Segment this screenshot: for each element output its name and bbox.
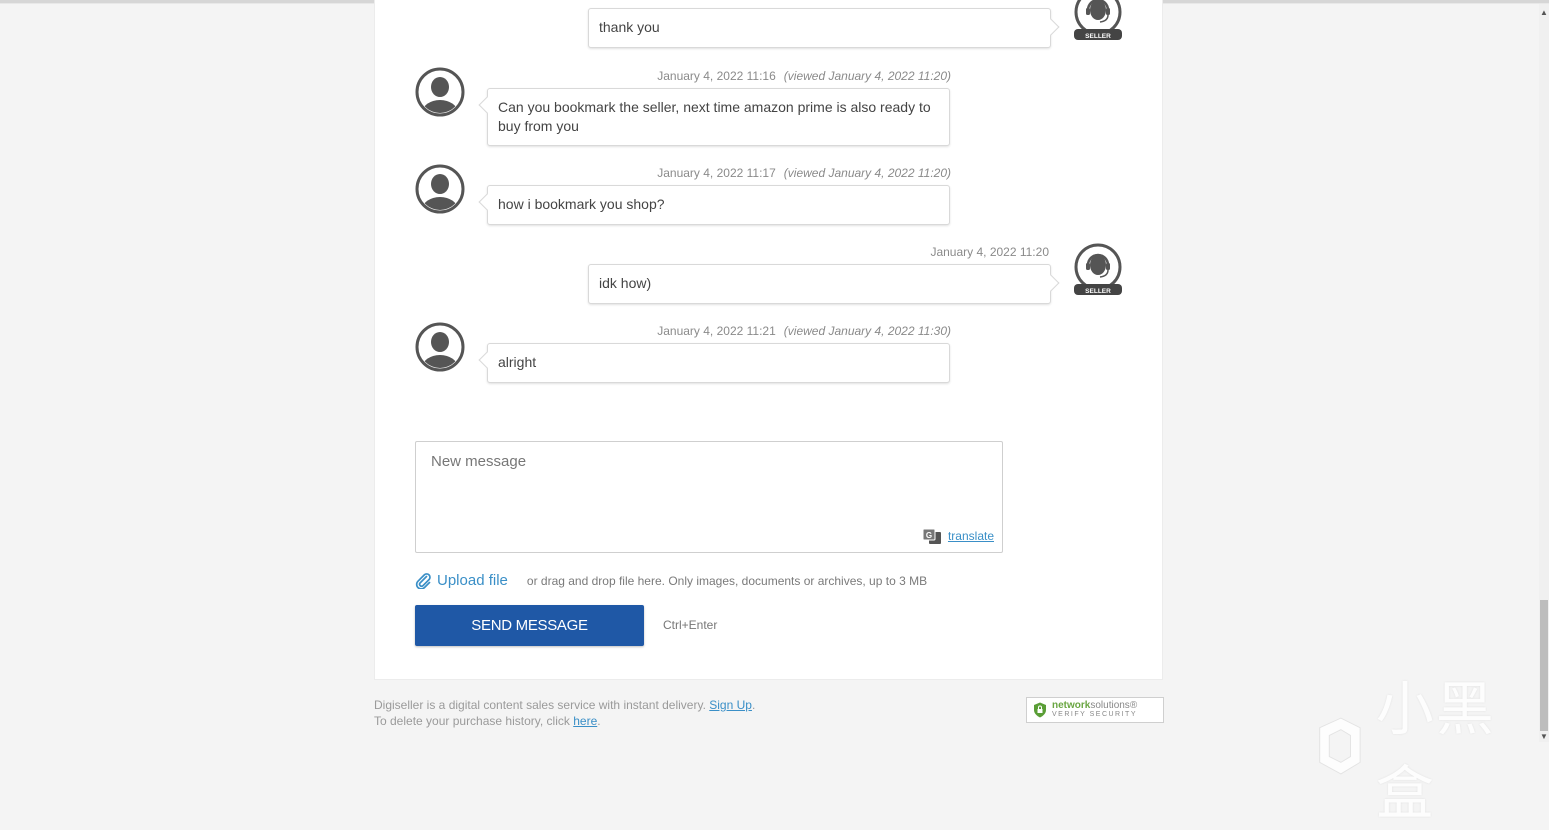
seller-avatar: SELLER [1072,243,1124,299]
seller-badge-label: SELLER [1085,288,1111,295]
message-meta: January 4, 2022 11:20 [930,245,1049,259]
message-viewed-status: (viewed January 4, 2022 11:20) [783,166,951,180]
message-text: alright [498,354,537,370]
send-message-button[interactable]: SEND MESSAGE [415,605,644,646]
buyer-avatar [415,164,465,214]
translate-link[interactable]: translate [948,529,994,543]
message-timestamp: January 4, 2022 11:16 [657,69,776,83]
seller-avatar: SELLER [1072,0,1124,44]
buyer-avatar [415,322,465,372]
google-translate-icon: G [922,528,941,544]
page-scrollbar[interactable]: ▲ ▼ [1539,4,1549,742]
footer-line-2: To delete your purchase history, click h… [374,713,755,729]
scrollbar-thumb[interactable] [1540,600,1548,731]
network-solutions-text: networksolutions® VERIFY SECURITY [1052,701,1137,719]
scroll-down-arrow-icon[interactable]: ▼ [1540,732,1548,741]
message-viewed-status: (viewed January 4, 2022 11:30) [783,324,951,338]
svg-text:G: G [926,531,932,540]
message-timestamp: January 4, 2022 11:17 [657,166,776,180]
footer-service-text: Digiseller is a digital content sales se… [374,698,706,712]
buyer-avatar [415,67,465,117]
ns-subtitle: VERIFY SECURITY [1052,711,1137,718]
seller-headset-icon: SELLER [1074,243,1122,295]
network-solutions-badge[interactable]: networksolutions® VERIFY SECURITY [1026,697,1164,723]
message-bubble-seller: idk how) [588,264,1051,304]
footer-delete-text: To delete your purchase history, click [374,714,570,728]
user-icon [415,67,465,117]
scroll-up-arrow-icon[interactable]: ▲ [1540,8,1548,17]
footer-period: . [751,698,756,712]
send-shortcut-hint: Ctrl+Enter [663,618,718,632]
upload-file-label[interactable]: Upload file [437,572,508,589]
footer: Digiseller is a digital content sales se… [374,697,755,729]
new-message-box: G translate [415,441,1003,553]
message-bubble-buyer: Can you bookmark the seller, next time a… [487,88,950,146]
shield-lock-icon [1034,702,1046,718]
paperclip-icon [415,573,431,589]
translate-control[interactable]: G translate [922,528,994,544]
upload-file-link[interactable]: Upload file [415,572,508,589]
message-text: idk how) [599,275,652,291]
sign-up-link[interactable]: Sign Up [709,698,752,712]
watermark-text: 小黑盒 [1375,675,1496,827]
message-bubble-buyer: alright [487,343,950,383]
message-viewed-status: (viewed January 4, 2022 11:20) [783,69,951,83]
seller-headset-icon: SELLER [1074,0,1122,40]
message-text: how i bookmark you shop? [498,196,665,212]
message-text: thank you [599,19,660,35]
message-bubble-seller: thank you [588,8,1051,48]
footer-line-1: Digiseller is a digital content sales se… [374,697,755,713]
footer-period: . [597,714,601,728]
message-meta: January 4, 2022 11:17 (viewed January 4, … [657,166,951,180]
message-meta: January 4, 2022 11:16 (viewed January 4, … [657,69,951,83]
user-icon [415,164,465,214]
upload-row: Upload file or drag and drop file here. … [415,572,927,589]
message-bubble-buyer: how i bookmark you shop? [487,185,950,225]
upload-hint: or drag and drop file here. Only images,… [526,573,928,588]
xiaoheihe-watermark: 小黑盒 [1312,662,1549,830]
user-icon [415,322,465,372]
watermark-logo-icon [1319,717,1361,775]
message-meta: January 4, 2022 11:21 (viewed January 4, … [657,324,951,338]
new-message-input[interactable] [416,442,1002,552]
message-timestamp: January 4, 2022 11:21 [657,324,776,338]
seller-badge-label: SELLER [1085,33,1111,40]
delete-history-link[interactable]: here [573,714,597,728]
message-timestamp: January 4, 2022 11:20 [930,245,1049,259]
message-text: Can you bookmark the seller, next time a… [498,99,931,134]
